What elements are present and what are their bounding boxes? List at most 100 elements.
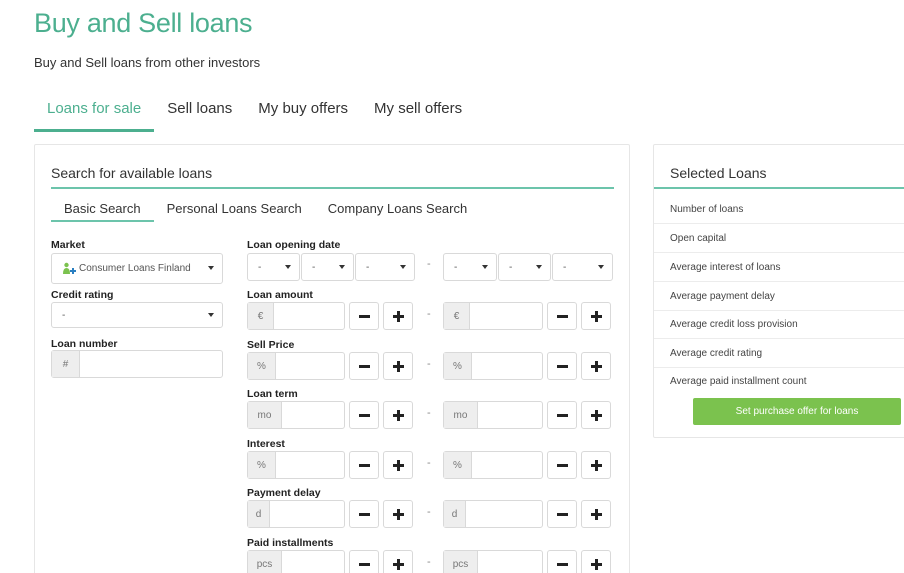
loan-number-field[interactable] (80, 351, 222, 377)
tab-my-buy-offers[interactable]: My buy offers (245, 94, 361, 132)
paid-installments-max-field[interactable] (478, 551, 542, 573)
search-panel-divider (51, 187, 614, 189)
loan-amount-max-increment-button[interactable] (581, 302, 611, 330)
date-from-year-select[interactable]: - (355, 253, 415, 281)
sell-price-max-field[interactable] (472, 353, 542, 379)
loan-amount-min-decrement-button[interactable] (349, 302, 379, 330)
date-to-month-select[interactable]: - (498, 253, 551, 281)
loan-term-min-field[interactable] (282, 402, 344, 428)
hash-addon: # (52, 351, 80, 377)
set-purchase-offer-button[interactable]: Set purchase offer for loans (693, 398, 901, 425)
interest-min-field[interactable] (276, 452, 344, 478)
paid-installments-max-decrement-button[interactable] (547, 550, 577, 573)
loan-opening-date-label: Loan opening date (247, 239, 341, 251)
interest-max-decrement-button[interactable] (547, 451, 577, 479)
sell-price-min-field[interactable] (276, 353, 344, 379)
credit-rating-label: Credit rating (51, 289, 114, 301)
market-label: Market (51, 239, 85, 251)
sell-price-max-decrement-button[interactable] (547, 352, 577, 380)
page-subtitle: Buy and Sell loans from other investors (34, 55, 261, 70)
subtab-basic-search[interactable]: Basic Search (51, 201, 154, 222)
plus-icon (392, 360, 404, 372)
loan-amount-min-input[interactable]: € (247, 302, 345, 330)
paid-installments-min-increment-button[interactable] (383, 550, 413, 573)
date-from-day-select[interactable]: - (247, 253, 300, 281)
interest-max-input[interactable]: % (443, 451, 543, 479)
interest-min-decrement-button[interactable] (349, 451, 379, 479)
paid-installments-label: Paid installments (247, 537, 334, 549)
sell-price-min-decrement-button[interactable] (349, 352, 379, 380)
search-panel: Search for available loans Basic Search … (34, 144, 630, 573)
loan-amount-max-decrement-button[interactable] (547, 302, 577, 330)
payment-delay-min-input[interactable]: d (247, 500, 345, 528)
loan-term-min-decrement-button[interactable] (349, 401, 379, 429)
interest-max-field[interactable] (472, 452, 542, 478)
paid-installments-max-input[interactable]: pcs (443, 550, 543, 573)
sell-price-max-input[interactable]: % (443, 352, 543, 380)
sell-price-min-input[interactable]: % (247, 352, 345, 380)
paid-installments-min-field[interactable] (282, 551, 344, 573)
paid-installments-max-increment-button[interactable] (581, 550, 611, 573)
loan-term-max-decrement-button[interactable] (547, 401, 577, 429)
loan-amount-max-input[interactable]: € (443, 302, 543, 330)
search-panel-title: Search for available loans (51, 165, 213, 181)
loan-term-min-input[interactable]: mo (247, 401, 345, 429)
payment-delay-label: Payment delay (247, 487, 321, 499)
payment-delay-max-decrement-button[interactable] (547, 500, 577, 528)
sell-price-min-increment-button[interactable] (383, 352, 413, 380)
interest-min-input[interactable]: % (247, 451, 345, 479)
stat-row-number-of-loans: Number of loans (654, 195, 904, 224)
stat-row-average-interest: Average interest of loans (654, 253, 904, 282)
sell-price-max-increment-button[interactable] (581, 352, 611, 380)
loan-amount-min-increment-button[interactable] (383, 302, 413, 330)
loan-term-max-input[interactable]: mo (443, 401, 543, 429)
payment-delay-max-increment-button[interactable] (581, 500, 611, 528)
subtab-personal-loans-search[interactable]: Personal Loans Search (154, 201, 315, 222)
loan-term-min-increment-button[interactable] (383, 401, 413, 429)
date-from-month-select[interactable]: - (301, 253, 354, 281)
payment-delay-min-field[interactable] (270, 501, 344, 527)
unit-addon: % (248, 452, 276, 478)
paid-installments-min-decrement-button[interactable] (349, 550, 379, 573)
loan-amount-label: Loan amount (247, 289, 313, 301)
loan-amount-max-field[interactable] (470, 303, 542, 329)
tab-loans-for-sale[interactable]: Loans for sale (34, 94, 155, 132)
paid-installments-min-input[interactable]: pcs (247, 550, 345, 573)
market-value: Consumer Loans Finland (79, 263, 191, 274)
loan-number-label: Loan number (51, 338, 118, 350)
payment-delay-min-decrement-button[interactable] (349, 500, 379, 528)
plus-icon (590, 360, 602, 372)
chevron-down-icon (400, 265, 406, 269)
interest-max-increment-button[interactable] (581, 451, 611, 479)
loan-number-input[interactable]: # (51, 350, 223, 378)
selected-loans-divider (654, 187, 904, 189)
payment-delay-max-field[interactable] (466, 501, 542, 527)
unit-addon: % (248, 353, 276, 379)
minus-icon (358, 460, 370, 471)
credit-rating-select[interactable]: - (51, 302, 223, 328)
chevron-down-icon (482, 265, 488, 269)
payment-delay-min-increment-button[interactable] (383, 500, 413, 528)
unit-addon: € (444, 303, 470, 329)
loan-amount-min-field[interactable] (274, 303, 344, 329)
loan-term-max-increment-button[interactable] (581, 401, 611, 429)
range-separator: - (427, 457, 431, 469)
unit-addon: % (444, 353, 472, 379)
stat-row-average-paid-installments: Average paid installment count (670, 376, 807, 387)
unit-addon: pcs (248, 551, 282, 573)
loan-term-max-field[interactable] (478, 402, 542, 428)
tab-my-sell-offers[interactable]: My sell offers (361, 94, 475, 132)
chevron-down-icon (285, 265, 291, 269)
subtab-company-loans-search[interactable]: Company Loans Search (315, 201, 480, 222)
market-select[interactable]: Consumer Loans Finland (51, 253, 223, 284)
tab-sell-loans[interactable]: Sell loans (154, 94, 245, 132)
stat-row-average-credit-loss: Average credit loss provision (654, 310, 904, 339)
payment-delay-max-input[interactable]: d (443, 500, 543, 528)
date-to-year-select[interactable]: - (552, 253, 613, 281)
interest-min-increment-button[interactable] (383, 451, 413, 479)
sell-price-label: Sell Price (247, 339, 295, 351)
date-to-day-select[interactable]: - (443, 253, 497, 281)
plus-icon (392, 310, 404, 322)
minus-icon (556, 460, 568, 471)
minus-icon (556, 509, 568, 520)
